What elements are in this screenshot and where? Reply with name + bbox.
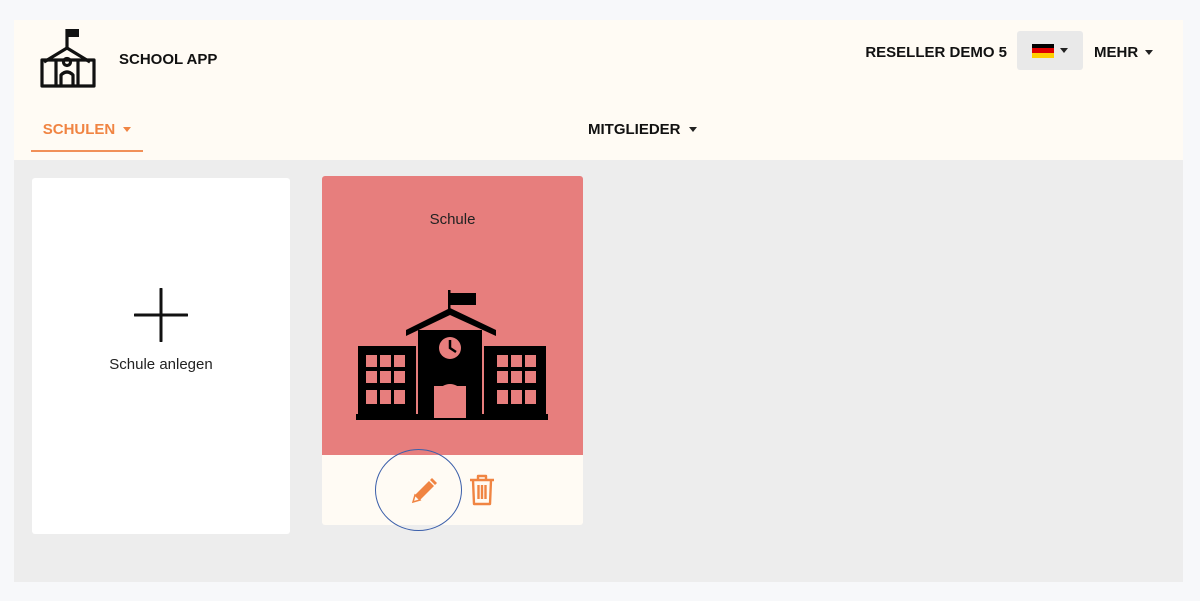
more-dropdown[interactable]: MEHR: [1094, 44, 1154, 61]
add-school-label: Schule anlegen: [109, 356, 213, 373]
user-name[interactable]: RESELLER DEMO 5: [865, 44, 1007, 61]
school-building-icon: [356, 290, 548, 420]
caret-down-icon: [123, 127, 132, 132]
school-card-body[interactable]: Schule: [322, 176, 583, 455]
caret-down-icon: [688, 127, 697, 132]
nav-schulen-label: SCHULEN: [42, 121, 116, 138]
caret-down-icon: [1060, 48, 1068, 53]
trash-icon[interactable]: [468, 474, 496, 506]
nav-mitglieder-label: MITGLIEDER: [588, 121, 681, 138]
school-logo-icon[interactable]: [38, 26, 98, 88]
header: SCHOOL APP RESELLER DEMO 5 MEHR SCHULEN …: [14, 20, 1183, 160]
caret-down-icon: [1145, 50, 1154, 55]
nav-tab-schulen[interactable]: SCHULEN: [31, 110, 143, 152]
more-label: MEHR: [1094, 44, 1139, 61]
language-dropdown[interactable]: [1017, 31, 1083, 70]
app-container: SCHOOL APP RESELLER DEMO 5 MEHR SCHULEN …: [14, 20, 1183, 582]
highlight-ring: [375, 449, 462, 531]
app-title: SCHOOL APP: [119, 51, 218, 68]
plus-icon: [134, 288, 188, 342]
add-school-card[interactable]: Schule anlegen: [32, 178, 290, 534]
school-name: Schule: [429, 211, 476, 228]
nav-tab-mitglieder[interactable]: MITGLIEDER: [588, 121, 697, 138]
german-flag-icon: [1032, 43, 1054, 58]
